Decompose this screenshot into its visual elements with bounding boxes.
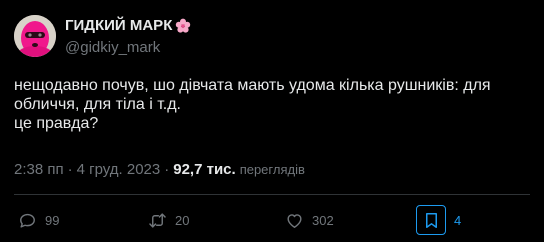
author-name[interactable]: ГИДКИЙ МАРК [65, 17, 172, 34]
tweet-meta: 2:38 пп · 4 груд. 2023 · 92,7 тис. перег… [14, 161, 305, 178]
divider [14, 194, 530, 195]
retweet-count: 20 [175, 212, 190, 228]
author-handle[interactable]: @gidkiy_mark [65, 39, 160, 56]
bookmark-count: 4 [454, 212, 462, 228]
avatar[interactable] [14, 15, 56, 57]
reply-button[interactable]: 99 [18, 205, 59, 235]
action-bar: 99 20 302 4 [14, 205, 530, 235]
meta-separator: · [164, 161, 170, 178]
pink-balaclava-avatar [14, 15, 56, 57]
views-label: переглядів [239, 162, 305, 177]
heart-icon [287, 213, 302, 228]
like-count: 302 [312, 212, 334, 228]
retweet-button[interactable]: 20 [148, 205, 189, 235]
tweet-text-line: це правда? [14, 115, 99, 132]
reply-icon [20, 213, 35, 228]
tweet-text: нещодавно почув, шо дівчата мають удома … [14, 76, 530, 133]
bookmark-focus-box [416, 205, 446, 235]
bookmark-icon [425, 212, 437, 228]
author-name-row[interactable]: ГИДКИЙ МАРК [65, 17, 191, 34]
tweet-date[interactable]: 4 груд. 2023 [77, 161, 161, 178]
bookmark-button[interactable]: 4 [416, 205, 461, 235]
views-count[interactable]: 92,7 тис. [173, 161, 235, 178]
tweet-text-line: обличчя, для тіла і т.д. [14, 96, 181, 113]
tweet-time[interactable]: 2:38 пп [14, 161, 64, 178]
like-button[interactable]: 302 [285, 205, 334, 235]
retweet-icon [149, 212, 166, 228]
sakura-flower-icon [176, 18, 191, 33]
tweet-text-line: нещодавно почув, шо дівчата мають удома … [14, 77, 491, 94]
reply-count: 99 [45, 212, 60, 228]
meta-separator: · [67, 161, 73, 178]
